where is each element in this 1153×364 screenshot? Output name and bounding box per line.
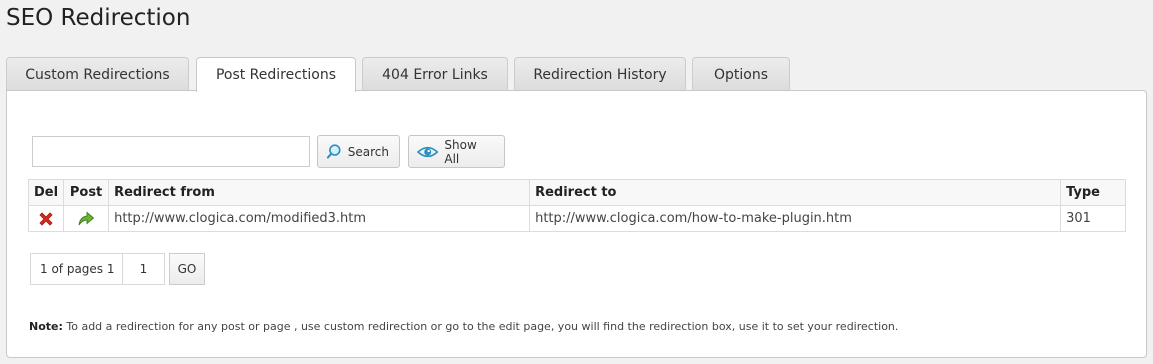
header-redirect-from: Redirect from — [108, 179, 531, 206]
tab-404-error-links[interactable]: 404 Error Links — [362, 57, 508, 91]
pager-info: 1 of pages 1 — [30, 253, 125, 285]
green-arrow-icon[interactable] — [77, 211, 95, 227]
table-row: http://www.clogica.com/modified3.htm htt… — [27, 205, 1126, 232]
tab-redirection-history[interactable]: Redirection History — [514, 57, 686, 91]
show-all-button[interactable]: Show All — [408, 135, 505, 168]
search-button[interactable]: Search — [317, 135, 400, 168]
note-text: Note: To add a redirection for any post … — [29, 320, 898, 333]
search-button-label: Search — [347, 144, 389, 159]
tab-post-redirections[interactable]: Post Redirections — [196, 57, 356, 92]
tab-options[interactable]: Options — [692, 57, 790, 91]
note-label: Note: — [29, 320, 63, 333]
header-type: Type — [1060, 179, 1126, 206]
note-body: To add a redirection for any post or pag… — [62, 320, 899, 333]
redirects-table: Del Post Redirect from Redirect to Type — [27, 179, 1126, 232]
post-cell — [63, 205, 110, 232]
tab-custom-redirections[interactable]: Custom Redirections — [6, 57, 189, 91]
del-cell — [27, 205, 65, 232]
eye-icon — [417, 146, 439, 157]
redirect-from-cell: http://www.clogica.com/modified3.htm — [108, 205, 531, 232]
search-input[interactable] — [32, 136, 310, 167]
redirect-to-cell: http://www.clogica.com/how-to-make-plugi… — [529, 205, 1062, 232]
type-cell: 301 — [1060, 205, 1126, 232]
page-number-input[interactable] — [122, 253, 165, 285]
header-post: Post — [63, 179, 110, 206]
header-redirect-to: Redirect to — [529, 179, 1062, 206]
magnifier-icon — [326, 144, 341, 159]
table-header-row: Del Post Redirect from Redirect to Type — [27, 179, 1126, 206]
tab-panel: Search Show All Del Post Redirect from R… — [6, 90, 1147, 358]
go-button[interactable]: GO — [169, 253, 205, 285]
page-title: SEO Redirection — [6, 5, 191, 31]
show-all-button-label: Show All — [444, 137, 477, 166]
header-del: Del — [27, 179, 65, 206]
delete-x-icon[interactable] — [38, 211, 54, 227]
